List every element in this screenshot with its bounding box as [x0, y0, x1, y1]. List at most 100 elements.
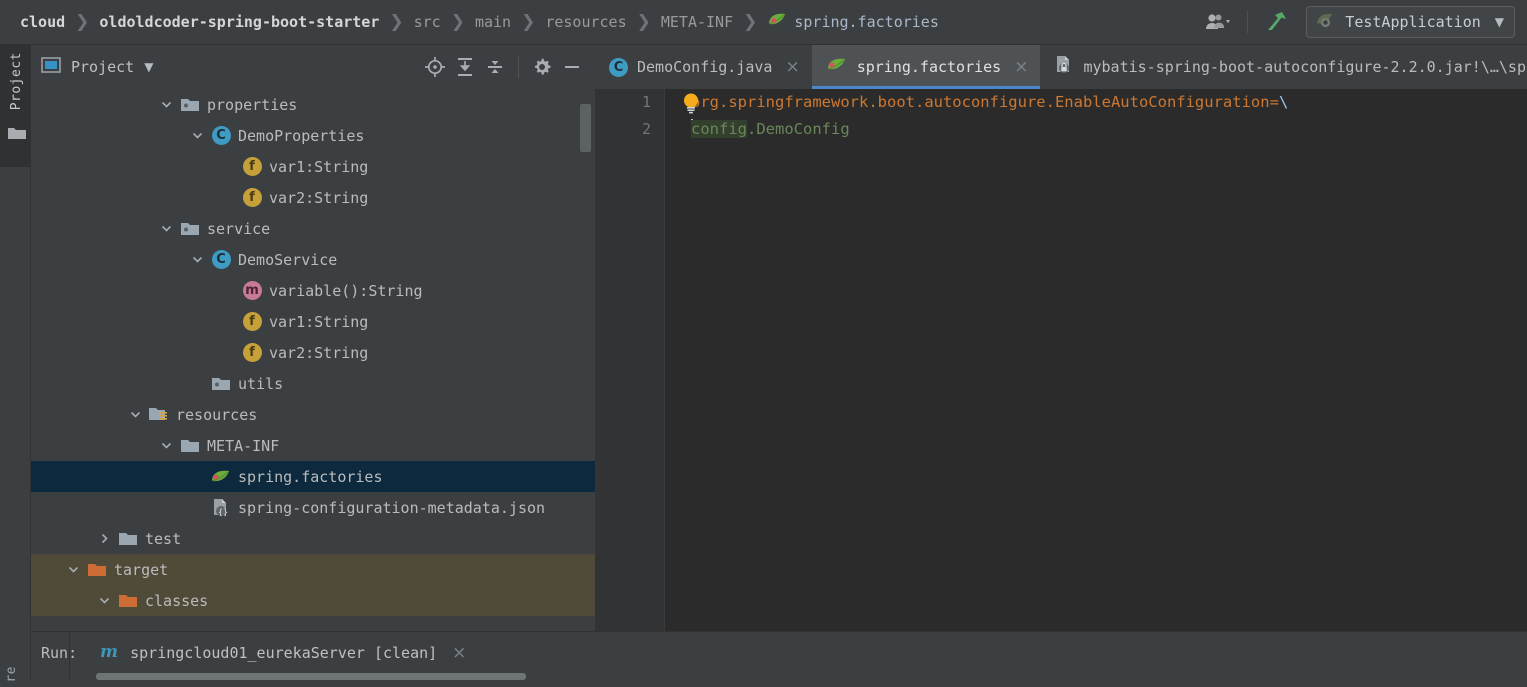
spring-icon	[208, 468, 234, 486]
run-configuration-label: TestApplication	[1345, 13, 1481, 31]
project-view-icon	[41, 56, 61, 78]
editor-tab-label: spring.factories	[856, 58, 1002, 76]
run-tab-eurekaserver[interactable]: m springcloud01_eurekaServer [clean] ×	[99, 641, 466, 665]
breadcrumb-item-cloud[interactable]: cloud	[20, 13, 65, 31]
breadcrumb-separator-icon: ❯	[743, 12, 758, 32]
breadcrumb-separator-icon: ❯	[389, 12, 404, 32]
chevron-down-icon[interactable]	[124, 408, 146, 421]
tree-row-label: variable():String	[269, 281, 423, 300]
tree-row[interactable]: service	[31, 213, 595, 244]
tree-row-label: properties	[207, 95, 298, 114]
people-icon[interactable]	[1199, 7, 1237, 37]
tree-row[interactable]: spring.factories	[31, 461, 595, 492]
breadcrumb-item-src[interactable]: src	[414, 13, 441, 31]
close-icon[interactable]: ×	[785, 58, 799, 76]
tree-row[interactable]: f var1:String	[31, 151, 595, 182]
code-text: .springframework.boot.autoconfigure.Enab…	[719, 93, 1279, 111]
breadcrumb-label: src	[413, 13, 441, 31]
breadcrumb-label: cloud	[20, 13, 66, 31]
settings-gear-icon[interactable]	[527, 52, 557, 82]
tree-row-label: classes	[145, 591, 209, 610]
class-icon: C	[208, 126, 234, 145]
locate-in-tree-icon[interactable]	[420, 52, 450, 82]
hide-panel-icon[interactable]	[557, 52, 587, 82]
lightbulb-icon[interactable]	[679, 91, 703, 115]
tree-row[interactable]: utils	[31, 368, 595, 399]
tree-row[interactable]: C DemoProperties	[31, 120, 595, 151]
tree-row-label: resources	[176, 405, 258, 424]
breadcrumb-item-spring-factories[interactable]: spring.factories	[767, 11, 939, 33]
tree-row-label: var2:String	[269, 188, 369, 207]
tree-row[interactable]: f var2:String	[31, 182, 595, 213]
package-folder-icon	[177, 221, 203, 237]
tree-row[interactable]: m variable():String	[31, 275, 595, 306]
close-icon[interactable]: ×	[452, 643, 466, 663]
code-text: .DemoConfig	[747, 120, 850, 138]
breadcrumb-label: oldoldcoder-spring-boot-starter	[99, 13, 380, 31]
chevron-down-icon[interactable]	[155, 98, 177, 111]
chevron-down-icon[interactable]	[186, 253, 208, 266]
code-line-continuation: \	[1278, 93, 1289, 111]
tree-row[interactable]: f var2:String	[31, 337, 595, 368]
tree-row[interactable]: C DemoService	[31, 244, 595, 275]
run-panel-divider	[69, 631, 70, 681]
tree-row[interactable]: classes	[31, 585, 595, 616]
chevron-down-icon[interactable]	[155, 222, 177, 235]
chevron-down-icon[interactable]	[62, 563, 84, 576]
chevron-down-icon[interactable]: ▼	[1495, 15, 1504, 29]
code-editor[interactable]: 1 2 org.springframework.boot.autoconfigu…	[595, 89, 1527, 631]
run-panel-label: Run:	[41, 643, 78, 662]
field-icon: f	[239, 188, 265, 207]
breadcrumb-item-resources[interactable]: resources	[545, 13, 626, 31]
project-panel-header: Project ▼	[31, 45, 595, 89]
tree-row[interactable]: META-INF	[31, 430, 595, 461]
editor-tab-label: DemoConfig.java	[637, 58, 773, 76]
package-folder-icon	[208, 376, 234, 392]
breadcrumb-separator-icon: ❯	[521, 12, 536, 32]
excluded-folder-icon	[115, 593, 141, 609]
editor-gutter[interactable]: 1 2	[595, 89, 665, 631]
code-text-hidden: rg	[700, 93, 720, 111]
tree-row[interactable]: {} spring-configuration-metadata.json	[31, 492, 595, 523]
project-tree-scrollbar[interactable]	[580, 104, 591, 152]
tree-row[interactable]: target	[31, 554, 595, 585]
breadcrumb-item-main[interactable]: main	[475, 13, 511, 31]
tree-row-label: var2:String	[269, 343, 369, 362]
tool-window-button-structure[interactable]: re	[4, 666, 19, 687]
tree-row[interactable]: f var1:String	[31, 306, 595, 337]
breadcrumb-item-module[interactable]: oldoldcoder-spring-boot-starter	[99, 13, 379, 31]
tree-row[interactable]: test	[31, 523, 595, 554]
svg-text:m: m	[100, 642, 118, 661]
idea-window: cloud ❯ oldoldcoder-spring-boot-starter …	[0, 0, 1527, 683]
chevron-down-icon[interactable]	[155, 439, 177, 452]
tree-row[interactable]: properties	[31, 89, 595, 120]
chevron-right-icon[interactable]	[93, 532, 115, 545]
editor-tab-bar: C DemoConfig.java × spring.factories × m…	[595, 45, 1527, 89]
editor-tab-spring-factories[interactable]: spring.factories ×	[811, 45, 1041, 89]
tree-row-label: var1:String	[269, 312, 369, 331]
expand-all-icon[interactable]	[450, 52, 480, 82]
chevron-down-icon[interactable]	[93, 594, 115, 607]
editor-tab-label: mybatis-spring-boot-autoconfigure-2.2.0.…	[1083, 58, 1527, 76]
tree-row-label: var1:String	[269, 157, 369, 176]
editor-tab-democonfig-java[interactable]: C DemoConfig.java ×	[595, 45, 812, 89]
tree-row-label: META-INF	[207, 436, 280, 455]
tool-window-button-project[interactable]: Project	[0, 45, 31, 167]
chevron-down-icon[interactable]: ▼	[144, 60, 153, 74]
close-icon[interactable]: ×	[1014, 58, 1028, 76]
run-panel-horizontal-scrollbar[interactable]	[96, 673, 526, 680]
tree-row-label: utils	[238, 374, 284, 393]
hammer-build-icon[interactable]	[1258, 7, 1296, 37]
tree-row-label: DemoProperties	[238, 126, 365, 145]
run-configuration-selector[interactable]: TestApplication ▼	[1306, 6, 1515, 38]
project-tree[interactable]: properties C DemoProperties f var1:String f va…	[31, 89, 595, 631]
code-lines: org.springframework.boot.autoconfigure.E…	[665, 89, 1527, 143]
excluded-folder-icon	[84, 562, 110, 578]
editor-tab-mybatis-jar[interactable]: mybatis-spring-boot-autoconfigure-2.2.0.…	[1040, 45, 1527, 89]
tree-row[interactable]: resources	[31, 399, 595, 430]
breadcrumb-item-meta-inf[interactable]: META-INF	[661, 13, 733, 31]
package-folder-icon	[177, 97, 203, 113]
collapse-all-icon[interactable]	[480, 52, 510, 82]
chevron-down-icon[interactable]	[186, 129, 208, 142]
project-view-selector[interactable]: Project ▼	[41, 56, 153, 78]
